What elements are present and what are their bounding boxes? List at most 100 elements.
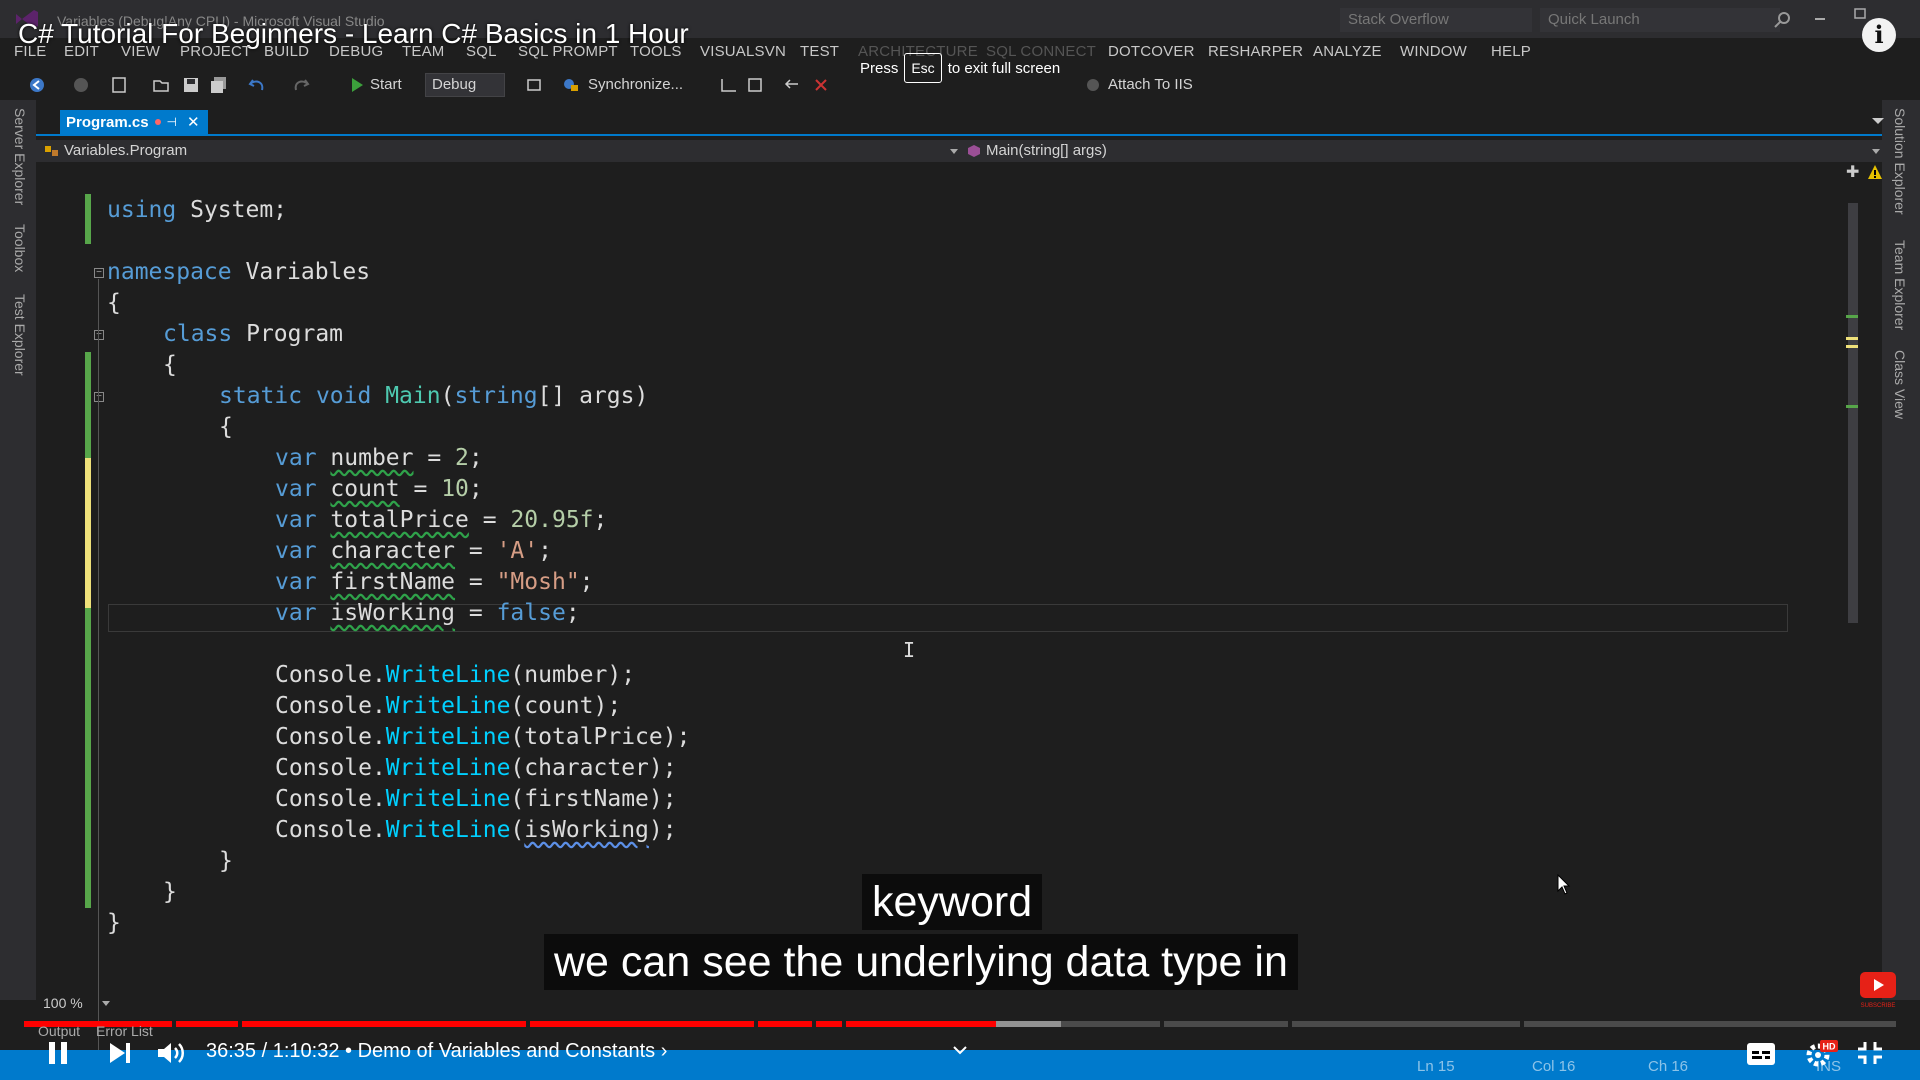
save-all-icon[interactable] bbox=[210, 76, 228, 94]
menu-file[interactable]: FILE bbox=[14, 43, 46, 60]
code-text: = bbox=[455, 569, 497, 595]
navigate-back-icon[interactable] bbox=[28, 76, 46, 94]
chevron-right-icon[interactable]: › bbox=[661, 1040, 668, 1062]
output-tab[interactable]: Output bbox=[38, 1023, 80, 1039]
start-button[interactable]: Start bbox=[370, 76, 402, 93]
search-icon[interactable] bbox=[1773, 10, 1793, 30]
subscribe-watermark-icon[interactable]: SUBSCRIBE bbox=[1858, 970, 1898, 1010]
quick-launch-input[interactable]: Quick Launch bbox=[1540, 8, 1780, 32]
test-explorer-tab[interactable]: Test Explorer bbox=[12, 294, 28, 376]
server-explorer-tab[interactable]: Server Explorer bbox=[12, 108, 28, 205]
synchronize-icon[interactable] bbox=[562, 76, 580, 94]
menu-tools[interactable]: TOOLS bbox=[630, 43, 682, 60]
open-file-icon[interactable] bbox=[152, 76, 170, 94]
literal: false bbox=[496, 600, 566, 626]
zoom-level[interactable]: 100 % bbox=[43, 995, 83, 1011]
menu-debug[interactable]: DEBUG bbox=[329, 43, 383, 60]
member-dropdown[interactable]: Main(string[] args) bbox=[966, 142, 1107, 159]
undo-icon[interactable] bbox=[248, 76, 266, 94]
chevron-down-icon[interactable] bbox=[952, 1044, 968, 1056]
menu-project[interactable]: PROJECT bbox=[180, 43, 251, 60]
code-line: Console.WriteLine(number); bbox=[275, 661, 635, 689]
code-text: (firstName); bbox=[510, 786, 677, 812]
redo-icon[interactable] bbox=[292, 76, 310, 94]
tab-program-cs[interactable]: Program.cs ⊣ ✕ bbox=[60, 110, 208, 134]
literal: "Mosh" bbox=[496, 569, 580, 595]
code-text: } bbox=[219, 848, 233, 874]
maximize-icon[interactable] bbox=[1852, 6, 1868, 22]
menu-visualsvn[interactable]: VISUALSVN bbox=[700, 43, 786, 60]
pin-icon[interactable]: ⊣ bbox=[167, 115, 177, 129]
settings-gear-icon[interactable]: HD bbox=[1804, 1040, 1838, 1068]
new-project-icon[interactable] bbox=[110, 76, 128, 94]
menu-team[interactable]: TEAM bbox=[402, 43, 444, 60]
split-editor-icon[interactable]: ✚ bbox=[1846, 165, 1860, 181]
code-line: var number = 2; bbox=[275, 444, 483, 472]
menu-sql[interactable]: SQL bbox=[466, 43, 497, 60]
menu-sql-prompt[interactable]: SQL PROMPT bbox=[518, 43, 618, 60]
chevron-down-icon[interactable] bbox=[950, 149, 958, 154]
layout-icon[interactable] bbox=[746, 76, 764, 94]
literal: 10 bbox=[441, 476, 469, 502]
minimize-icon[interactable] bbox=[1812, 8, 1828, 24]
team-explorer-tab[interactable]: Team Explorer bbox=[1892, 240, 1908, 330]
captions-icon[interactable] bbox=[1746, 1042, 1776, 1066]
cancel-icon[interactable] bbox=[812, 76, 830, 94]
pause-icon[interactable] bbox=[46, 1040, 70, 1066]
time-display[interactable]: 36:35 / 1:10:32 • Demo of Variables and … bbox=[206, 1040, 667, 1063]
start-debug-icon[interactable] bbox=[348, 76, 366, 94]
close-icon[interactable]: ✕ bbox=[187, 113, 200, 131]
volume-icon[interactable] bbox=[156, 1040, 188, 1066]
editor-zoom-bar: 100 % bbox=[36, 992, 1882, 1014]
code-line: var count = 10; bbox=[275, 475, 483, 503]
code-text: Console bbox=[275, 662, 372, 688]
keyword: namespace bbox=[107, 259, 232, 285]
collapse-namespace-icon[interactable]: − bbox=[94, 268, 104, 278]
stackoverflow-search-input[interactable]: Stack Overflow bbox=[1340, 8, 1532, 32]
navigate-forward-icon[interactable] bbox=[72, 76, 90, 94]
chevron-down-icon[interactable] bbox=[1872, 149, 1880, 154]
menu-resharper[interactable]: RESHARPER bbox=[1208, 43, 1303, 60]
solution-explorer-tab[interactable]: Solution Explorer bbox=[1892, 108, 1908, 215]
keyword: class bbox=[163, 321, 233, 347]
variable-name: firstName bbox=[330, 569, 456, 595]
toolbox-tab[interactable]: Toolbox bbox=[12, 224, 28, 272]
collapse-class-icon[interactable]: − bbox=[94, 330, 104, 340]
video-progress-bar[interactable] bbox=[24, 1021, 1896, 1027]
code-line: { bbox=[107, 289, 121, 317]
menu-help[interactable]: HELP bbox=[1491, 43, 1531, 60]
scrollbar-thumb[interactable] bbox=[1848, 203, 1858, 623]
menu-window[interactable]: WINDOW bbox=[1400, 43, 1467, 60]
code-text: ; bbox=[538, 538, 552, 564]
menu-analyze[interactable]: ANALYZE bbox=[1313, 43, 1382, 60]
vertical-scrollbar[interactable] bbox=[1844, 165, 1862, 985]
menu-test[interactable]: TEST bbox=[800, 43, 839, 60]
align-icon[interactable] bbox=[720, 76, 738, 94]
next-video-icon[interactable] bbox=[108, 1042, 132, 1064]
collapse-method-icon[interactable]: − bbox=[94, 392, 104, 402]
find-in-files-icon[interactable] bbox=[526, 76, 544, 94]
configuration-select[interactable]: Debug bbox=[425, 73, 505, 97]
attach-process-icon[interactable] bbox=[1084, 76, 1102, 94]
synchronize-button[interactable]: Synchronize... bbox=[588, 76, 683, 93]
exit-fullscreen-icon[interactable] bbox=[1856, 1040, 1884, 1066]
code-editor[interactable]: − − − using System; namespace Variables … bbox=[60, 164, 1840, 1080]
tab-overflow-dropdown-icon[interactable] bbox=[1872, 118, 1884, 124]
code-text: ( bbox=[440, 383, 455, 409]
step-back-icon[interactable] bbox=[784, 76, 802, 94]
menu-edit[interactable]: EDIT bbox=[64, 43, 99, 60]
code-text: = bbox=[455, 600, 497, 626]
save-icon[interactable] bbox=[182, 76, 200, 94]
warning-icon[interactable] bbox=[1867, 164, 1883, 180]
error-list-tab[interactable]: Error List bbox=[96, 1023, 153, 1039]
chapter-title[interactable]: Demo of Variables and Constants bbox=[358, 1040, 656, 1062]
class-view-tab[interactable]: Class View bbox=[1892, 350, 1908, 419]
modified-indicator-icon bbox=[154, 119, 161, 125]
menu-view[interactable]: VIEW bbox=[121, 43, 160, 60]
menu-build[interactable]: BUILD bbox=[264, 43, 309, 60]
attach-to-iis-button[interactable]: Attach To IIS bbox=[1108, 76, 1193, 93]
class-dropdown[interactable]: Variables.Program bbox=[44, 142, 187, 159]
chevron-down-icon[interactable] bbox=[102, 1001, 110, 1006]
chapter-marker bbox=[1520, 1021, 1524, 1027]
menu-dotcover[interactable]: DOTCOVER bbox=[1108, 43, 1195, 60]
